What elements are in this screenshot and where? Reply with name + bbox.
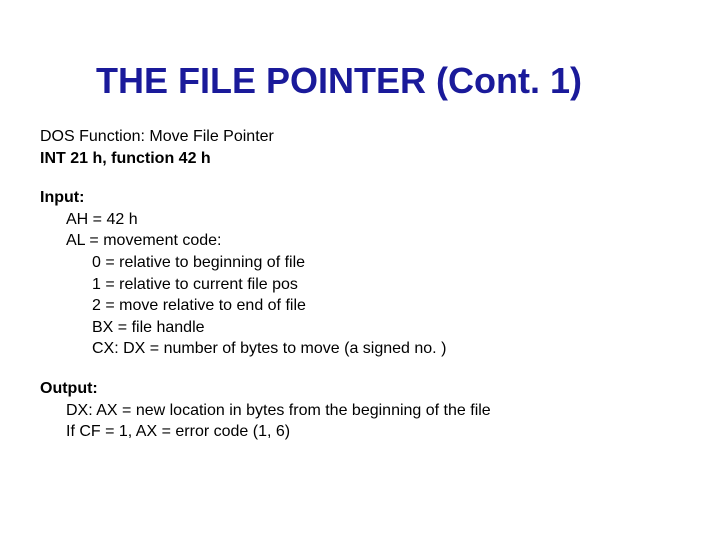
input-al-0-line: 0 = relative to beginning of file <box>40 252 680 274</box>
output-label: Output: <box>40 378 680 400</box>
output-dxax-line: DX: AX = new location in bytes from the … <box>40 400 680 422</box>
page-title: THE FILE POINTER (Cont. 1) <box>40 60 680 102</box>
slide-container: THE FILE POINTER (Cont. 1) DOS Function:… <box>0 0 720 483</box>
input-al-line: AL = movement code: <box>40 230 680 252</box>
input-ah-line: AH = 42 h <box>40 209 680 231</box>
body-content: DOS Function: Move File Pointer INT 21 h… <box>40 126 680 443</box>
input-bx-line: BX = file handle <box>40 317 680 339</box>
interrupt-line: INT 21 h, function 42 h <box>40 148 680 170</box>
input-label: Input: <box>40 187 680 209</box>
input-cxdx-line: CX: DX = number of bytes to move (a sign… <box>40 338 680 360</box>
input-al-1-line: 1 = relative to current file pos <box>40 274 680 296</box>
dos-function-line: DOS Function: Move File Pointer <box>40 126 680 148</box>
output-cf-line: If CF = 1, AX = error code (1, 6) <box>40 421 680 443</box>
input-al-2-line: 2 = move relative to end of file <box>40 295 680 317</box>
